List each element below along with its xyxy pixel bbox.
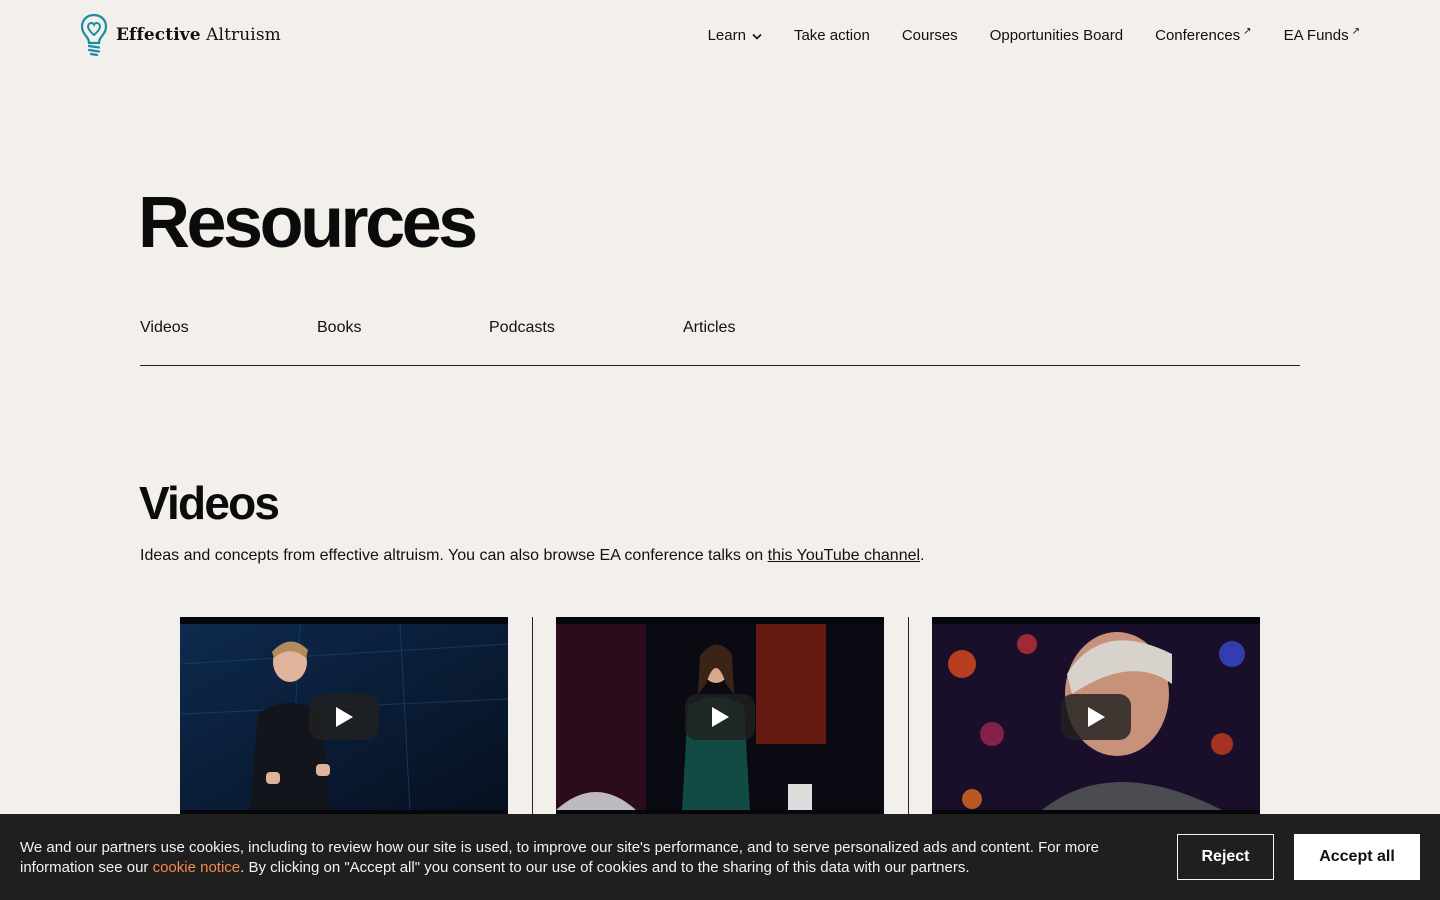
logo-wordmark: Effective Altruism [116, 25, 281, 45]
tab-articles[interactable]: Articles [683, 319, 735, 337]
tab-videos[interactable]: Videos [140, 319, 189, 337]
video-thumbnail[interactable] [932, 617, 1260, 817]
tab-books[interactable]: Books [317, 319, 361, 337]
play-icon [712, 707, 729, 727]
nav-item-opportunities-board[interactable]: Opportunities Board [990, 27, 1123, 44]
nav-item-label: Take action [793, 27, 870, 44]
cookie-notice-link[interactable]: cookie notice [153, 859, 241, 876]
accept-all-cookies-button[interactable]: Accept all [1294, 834, 1420, 880]
external-link-icon: ↗ [1351, 26, 1360, 37]
section-title-videos: Videos [139, 477, 280, 529]
play-button[interactable] [685, 694, 755, 740]
tab-podcasts[interactable]: Podcasts [489, 319, 555, 337]
cookie-banner: We and our partners use cookies, includi… [0, 814, 1440, 900]
nav-item-label: Conferences [1155, 27, 1241, 44]
nav-item-label: EA Funds [1283, 27, 1349, 44]
nav-item-label: Opportunities Board [989, 27, 1124, 44]
page: Effective Altruism Learn Take action Cou… [0, 0, 1440, 900]
external-link-icon: ↗ [1243, 26, 1252, 37]
play-icon [1088, 707, 1105, 727]
site-logo[interactable]: Effective Altruism [80, 13, 281, 57]
nav-item-conferences[interactable]: Conferences ↗ [1155, 26, 1252, 44]
logo-brand-regular: Altruism [206, 25, 281, 45]
video-thumbnail[interactable] [180, 617, 508, 817]
main-nav: Learn Take action Courses Opportunities … [708, 26, 1360, 44]
play-icon [336, 707, 353, 727]
description-end: . [920, 547, 925, 564]
nav-item-take-action[interactable]: Take action [794, 27, 870, 44]
reject-cookies-button[interactable]: Reject [1177, 834, 1274, 880]
cookie-message: We and our partners use cookies, includi… [20, 838, 1160, 877]
video-thumbnail[interactable] [556, 617, 884, 817]
chevron-down-icon [752, 27, 762, 44]
resource-tabs: Videos Books Podcasts Articles [140, 319, 1300, 366]
nav-item-courses[interactable]: Courses [902, 27, 958, 44]
video-divider [532, 617, 533, 817]
description-text: Ideas and concepts from effective altrui… [140, 547, 768, 564]
nav-item-ea-funds[interactable]: EA Funds ↗ [1283, 26, 1360, 44]
video-divider [908, 617, 909, 817]
play-button[interactable] [309, 694, 379, 740]
youtube-channel-link[interactable]: this YouTube channel [768, 547, 920, 564]
nav-item-label: Learn [707, 27, 746, 44]
lightbulb-heart-icon [80, 13, 108, 57]
cookie-text-end: . By clicking on "Accept all" you consen… [240, 858, 970, 876]
section-description: Ideas and concepts from effective altrui… [140, 547, 925, 565]
site-header: Effective Altruism Learn Take action Cou… [0, 0, 1440, 76]
nav-item-learn[interactable]: Learn [708, 27, 762, 44]
play-button[interactable] [1061, 694, 1131, 740]
logo-brand-bold: Effective [116, 25, 201, 45]
page-title: Resources [138, 183, 478, 263]
nav-item-label: Courses [901, 27, 958, 44]
